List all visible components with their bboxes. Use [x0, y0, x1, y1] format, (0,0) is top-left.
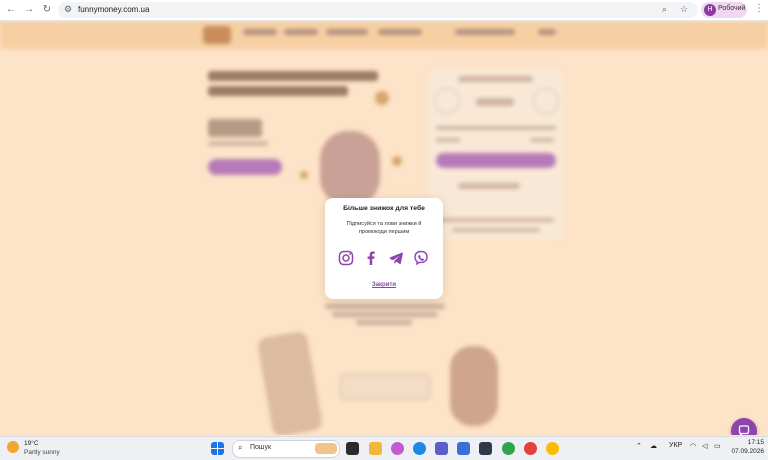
messenger-app-icon[interactable]: [502, 442, 515, 455]
slider-max: [530, 138, 554, 142]
chrome-icon[interactable]: [546, 442, 559, 455]
cloud-icon[interactable]: ☁: [650, 442, 657, 450]
clock-time[interactable]: 17:15: [738, 439, 764, 446]
profile-name: Робочий: [718, 5, 746, 12]
mascot-image-2: [450, 346, 498, 426]
loan-calculator: [428, 68, 563, 240]
nav-link-1: [243, 29, 277, 35]
file-explorer-icon[interactable]: [369, 442, 382, 455]
task-view-icon[interactable]: [346, 442, 359, 455]
app-icon[interactable]: [457, 442, 470, 455]
calculator-title: [458, 76, 533, 82]
modal-title: Більше знижок для тебе: [343, 205, 425, 212]
store-icon[interactable]: [479, 442, 492, 455]
zoom-icon[interactable]: ⌕: [662, 4, 667, 15]
chrome-profile-icon[interactable]: [524, 442, 537, 455]
telegram-icon[interactable]: [388, 250, 404, 266]
coin-decoration: [392, 156, 402, 166]
clock-date[interactable]: 07.09.2026: [726, 448, 764, 455]
profile-button[interactable]: Н Робочий: [701, 2, 747, 18]
language-indicator[interactable]: УКР: [669, 442, 682, 449]
nav-link-3: [326, 29, 368, 35]
back-icon[interactable]: ←: [4, 3, 18, 17]
instagram-icon[interactable]: [338, 250, 354, 266]
browser-menu-icon[interactable]: ⋮: [754, 3, 764, 14]
slider-min: [436, 138, 460, 142]
edge-icon[interactable]: [413, 442, 426, 455]
address-bar[interactable]: ⚙ funnymoney.com.ua ⌕ ☆: [58, 2, 698, 18]
hero-rate-caption: [208, 141, 268, 146]
search-icon: ⌕: [238, 443, 243, 452]
hero-cta-button: [208, 159, 282, 175]
plus-button: [533, 88, 559, 114]
close-modal-link[interactable]: Закрити: [325, 282, 443, 288]
phone-number: [455, 29, 515, 35]
reload-icon[interactable]: ↻: [40, 3, 54, 17]
hero-rate: [208, 119, 262, 137]
site-info-icon[interactable]: ⚙: [64, 4, 72, 15]
calculator-select: [458, 183, 520, 189]
promo-text: [332, 312, 438, 317]
calculator-submit: [436, 153, 556, 168]
google-play-badge: [340, 374, 430, 400]
wifi-icon[interactable]: ◠: [690, 442, 696, 450]
url-text[interactable]: funnymoney.com.ua: [78, 5, 149, 14]
minus-button: [434, 88, 460, 114]
avatar: Н: [704, 4, 716, 16]
phone-illustration: [256, 330, 324, 435]
calculator-note: [452, 228, 540, 232]
promo-text: [356, 320, 412, 325]
weather-temperature[interactable]: 19°C: [24, 440, 39, 447]
bookmark-star-icon[interactable]: ☆: [680, 4, 688, 15]
chat-icon: [738, 425, 750, 435]
amount-slider: [436, 126, 556, 130]
battery-icon[interactable]: ▭: [714, 442, 721, 450]
weather-description[interactable]: Partly sunny: [24, 449, 60, 456]
amount-value: [476, 98, 514, 106]
promo-text: [325, 304, 445, 309]
login-link: [538, 29, 556, 35]
coin-decoration: [375, 91, 389, 105]
volume-icon[interactable]: ◁: [702, 442, 707, 450]
forward-icon[interactable]: →: [22, 3, 36, 17]
viber-icon[interactable]: [413, 250, 429, 266]
facebook-icon[interactable]: [363, 250, 379, 266]
taskbar: 19°C Partly sunny ⌕ Пошук ⌃ ☁ УКР ◠ ◁ ▭ …: [0, 436, 768, 460]
taskbar-search[interactable]: ⌕ Пошук: [232, 440, 340, 458]
copilot-icon[interactable]: [391, 442, 404, 455]
hero-title-line-2: [208, 86, 348, 96]
teams-icon[interactable]: [435, 442, 448, 455]
browser-toolbar: ← → ↻ ⚙ funnymoney.com.ua ⌕ ☆ Н Робочий …: [0, 0, 768, 21]
search-highlight-image: [315, 443, 337, 454]
nav-link-2: [284, 29, 318, 35]
search-placeholder: Пошук: [250, 444, 272, 451]
nav-link-4: [378, 29, 422, 35]
hero-title-line-1: [208, 71, 378, 81]
modal-subtitle: Підписуйся та лови знижки й промокоди пе…: [346, 221, 422, 235]
chat-button[interactable]: [731, 418, 757, 435]
mascot-image: [320, 131, 380, 206]
website-page: Більше знижок для тебе Підписуйся та лов…: [0, 21, 768, 435]
show-hidden-icons-chevron-icon[interactable]: ⌃: [636, 442, 642, 450]
site-header: [0, 21, 768, 49]
coin-decoration: [300, 171, 308, 179]
windows-start-icon[interactable]: [211, 442, 224, 455]
subscribe-modal: Більше знижок для тебе Підписуйся та лов…: [325, 198, 443, 299]
site-logo: [203, 26, 231, 44]
weather-sun-icon[interactable]: [7, 441, 19, 453]
calculator-note: [436, 218, 554, 222]
